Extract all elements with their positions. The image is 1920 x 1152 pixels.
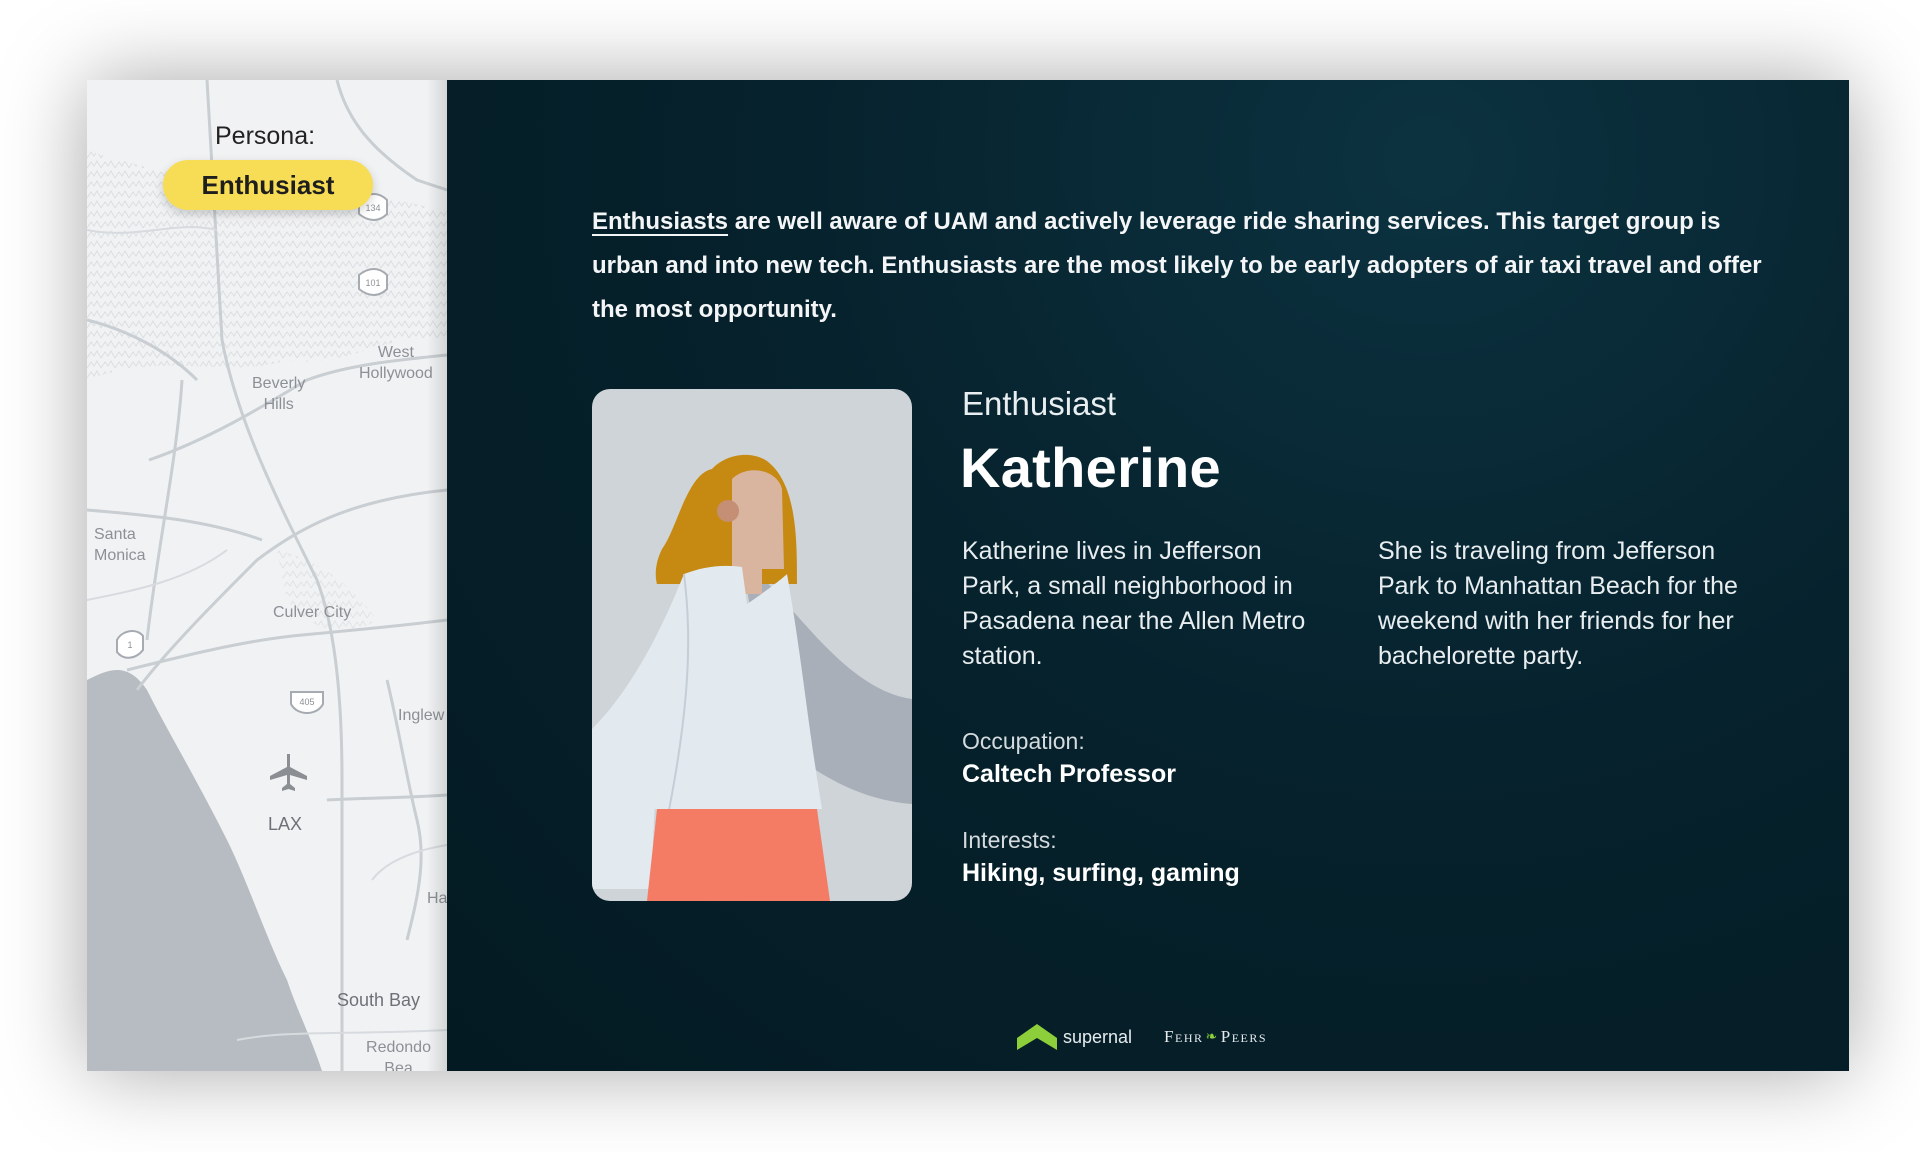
occupation-value: Caltech Professor bbox=[962, 760, 1176, 788]
map-label-beverly-hills: Beverly Hills bbox=[252, 375, 306, 413]
map-background: 134 101 1 405 bbox=[87, 80, 447, 1071]
intro-paragraph: Enthusiasts are well aware of UAM and ac… bbox=[592, 200, 1762, 332]
persona-illustration bbox=[592, 454, 912, 901]
supernal-logo: supernal bbox=[1017, 1024, 1132, 1050]
persona-avatar-card bbox=[592, 389, 912, 901]
slide: 134 101 1 405 West Hollywood Beverly Hil… bbox=[87, 80, 1849, 1071]
fehr-peers-logo: Fehr ❧ Peers bbox=[1164, 1027, 1267, 1047]
svg-text:1: 1 bbox=[127, 640, 132, 650]
leaf-icon: ❧ bbox=[1205, 1029, 1219, 1045]
map-label-south-bay: South Bay bbox=[337, 990, 421, 1010]
supernal-wordmark: supernal bbox=[1063, 1026, 1133, 1047]
map-panel[interactable]: 134 101 1 405 West Hollywood Beverly Hil… bbox=[87, 80, 447, 1071]
map-label-west-hollywood: West Hollywood bbox=[359, 344, 433, 382]
persona-name: Katherine bbox=[960, 436, 1221, 499]
persona-bio-home: Katherine lives in Jefferson Park, a sma… bbox=[962, 537, 1306, 670]
persona-bio-trip: She is traveling from Jefferson Park to … bbox=[1378, 537, 1738, 670]
intro-keyword: Enthusiasts bbox=[592, 208, 729, 235]
interests-value: Hiking, surfing, gaming bbox=[962, 859, 1240, 887]
persona-pill[interactable]: Enthusiast bbox=[163, 160, 373, 210]
fehr-wordmark: Fehr bbox=[1164, 1027, 1204, 1046]
map-label-lax: LAX bbox=[268, 814, 303, 834]
svg-text:134: 134 bbox=[365, 203, 380, 213]
occupation-label: Occupation: bbox=[962, 728, 1085, 754]
peers-wordmark: Peers bbox=[1220, 1027, 1268, 1046]
hwy-101-shield: 101 bbox=[358, 268, 388, 296]
hwy-1-shield: 1 bbox=[116, 630, 144, 659]
svg-text:405: 405 bbox=[299, 697, 314, 707]
map-label-culver-city: Culver City bbox=[273, 604, 352, 621]
map-label-santa-monica: Santa Monica bbox=[94, 526, 146, 564]
supernal-mark-icon bbox=[1017, 1024, 1057, 1050]
persona-label: Persona: bbox=[215, 122, 316, 150]
persona-type: Enthusiast bbox=[962, 385, 1117, 422]
airport-plane-icon bbox=[270, 754, 307, 791]
footer-logos: supernal Fehr ❧ Peers bbox=[1017, 1020, 1267, 1054]
map-edge-shadow bbox=[427, 80, 447, 1071]
hwy-405-shield: 405 bbox=[290, 691, 324, 714]
content-panel: Enthusiasts are well aware of UAM and ac… bbox=[447, 80, 1849, 1071]
svg-text:101: 101 bbox=[365, 278, 380, 288]
interests-label: Interests: bbox=[962, 827, 1057, 853]
intro-text: are well aware of UAM and actively lever… bbox=[592, 208, 1762, 323]
